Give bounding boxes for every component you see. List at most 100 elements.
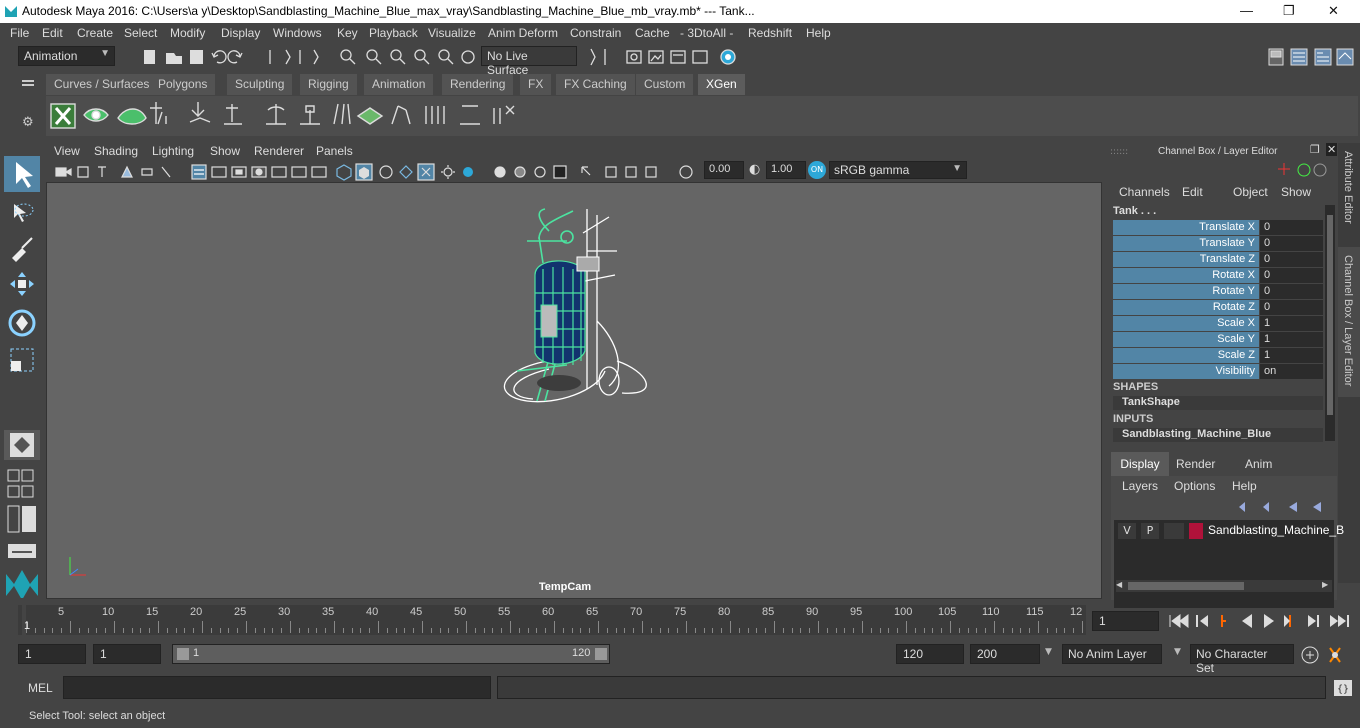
channel-row[interactable]: Translate X0 bbox=[1113, 220, 1323, 235]
tab-anim[interactable]: Anim bbox=[1245, 457, 1272, 471]
cb-manip-icons[interactable] bbox=[1276, 161, 1328, 179]
panel-menu-lighting[interactable]: Lighting bbox=[152, 144, 194, 158]
gamma-icon[interactable]: ◐ bbox=[749, 162, 760, 177]
layer-menu-layers[interactable]: Layers bbox=[1122, 479, 1158, 493]
mel-input[interactable] bbox=[63, 676, 491, 699]
colorspace-dropdown[interactable]: sRGB gamma ▼ bbox=[829, 161, 967, 179]
minimize-icon[interactable]: — bbox=[1240, 3, 1253, 18]
tank-model[interactable] bbox=[487, 201, 687, 426]
layer-menu-help[interactable]: Help bbox=[1232, 479, 1257, 493]
panel-toolbar-icons[interactable] bbox=[54, 163, 704, 181]
layer-name[interactable]: Sandblasting_Machine_B bbox=[1208, 523, 1344, 537]
close-icon[interactable]: ✕ bbox=[1326, 143, 1338, 156]
tab-fx[interactable]: FX bbox=[520, 74, 552, 95]
layer-row[interactable]: V P Sandblasting_Machine_B bbox=[1114, 520, 1344, 542]
channel-value[interactable]: on bbox=[1260, 364, 1323, 379]
cb-scrollbar[interactable] bbox=[1325, 205, 1335, 441]
tab-channel-box-active[interactable]: Channel Box / Layer Editor bbox=[1338, 247, 1360, 397]
tab-fx-caching[interactable]: FX Caching bbox=[556, 74, 635, 95]
anim-pref-icons[interactable] bbox=[1300, 644, 1356, 666]
maximize-icon[interactable]: ❐ bbox=[1283, 3, 1295, 19]
shelf-menu-icon[interactable] bbox=[22, 80, 34, 82]
live-surface-field[interactable]: No Live Surface bbox=[481, 46, 577, 77]
menu-modify[interactable]: Modify bbox=[170, 26, 205, 40]
channel-value[interactable]: 1 bbox=[1260, 332, 1323, 347]
menu-anim-deform[interactable]: Anim Deform bbox=[488, 26, 558, 40]
chevron-down-icon[interactable]: ▼ bbox=[1174, 647, 1181, 657]
channel-value[interactable]: 0 bbox=[1260, 300, 1323, 315]
cb-menu-show[interactable]: Show bbox=[1281, 185, 1311, 199]
playback-end-field[interactable]: 120 bbox=[896, 644, 964, 664]
four-pane-layout-icon[interactable] bbox=[6, 468, 38, 500]
menu-3dtoall[interactable]: - 3DtoAll - bbox=[680, 26, 733, 40]
lasso-tool-icon[interactable] bbox=[8, 200, 36, 228]
character-set-dropdown[interactable]: No Character Set bbox=[1190, 644, 1294, 675]
channel-row[interactable]: Rotate Z0 bbox=[1113, 300, 1323, 315]
tab-attribute-editor[interactable]: Attribute Editor bbox=[1342, 151, 1354, 224]
time-slider[interactable]: 5 10 15 20 25 30 35 40 45 50 55 60 65 70 75 80 85 90 95 100… bbox=[18, 605, 1086, 635]
layer-hscrollbar[interactable]: ◀ ▶ bbox=[1116, 580, 1332, 592]
move-tool-icon[interactable] bbox=[8, 270, 36, 298]
channel-row[interactable]: Visibility on bbox=[1113, 364, 1323, 379]
channel-value[interactable]: 0 bbox=[1260, 236, 1323, 251]
panel-menu-view[interactable]: View bbox=[54, 144, 80, 158]
tab-xgen[interactable]: XGen bbox=[698, 74, 745, 95]
range-handle-right[interactable] bbox=[595, 648, 607, 660]
menu-cache[interactable]: Cache bbox=[635, 26, 670, 40]
menu-select[interactable]: Select bbox=[124, 26, 157, 40]
input-row[interactable]: Sandblasting_Machine_Blue bbox=[1113, 428, 1323, 442]
close-icon[interactable]: ✕ bbox=[1328, 3, 1339, 19]
menu-constrain[interactable]: Constrain bbox=[570, 26, 621, 40]
channel-row[interactable]: Translate Z0 bbox=[1113, 252, 1323, 267]
menu-redshift[interactable]: Redshift bbox=[748, 26, 792, 40]
menu-key[interactable]: Key bbox=[337, 26, 358, 40]
layer-color-swatch[interactable] bbox=[1189, 523, 1203, 539]
tab-curves-surfaces[interactable]: Curves / Surfaces bbox=[46, 74, 158, 95]
playback-controls[interactable] bbox=[1166, 610, 1352, 632]
playback-start-field[interactable]: 1 bbox=[93, 644, 161, 664]
xgen-shelf-icons[interactable] bbox=[46, 96, 536, 136]
panel-menu-renderer[interactable]: Renderer bbox=[254, 144, 304, 158]
channel-value[interactable]: 1 bbox=[1260, 316, 1323, 331]
arrow-right-icon[interactable]: ▶ bbox=[1322, 580, 1328, 589]
chevron-down-icon[interactable]: ▼ bbox=[1045, 647, 1052, 657]
workspace-icons[interactable] bbox=[1265, 45, 1357, 69]
tab-animation[interactable]: Animation bbox=[364, 74, 434, 95]
cb-menu-edit[interactable]: Edit bbox=[1182, 185, 1203, 199]
tab-render[interactable]: Render bbox=[1176, 457, 1215, 471]
menu-visualize[interactable]: Visualize bbox=[428, 26, 476, 40]
channel-value[interactable]: 0 bbox=[1260, 268, 1323, 283]
graph-layout-icon[interactable] bbox=[6, 542, 38, 560]
menu-help[interactable]: Help bbox=[806, 26, 831, 40]
rotate-tool-icon[interactable] bbox=[6, 307, 38, 339]
mel-label[interactable]: MEL bbox=[28, 681, 53, 695]
menu-windows[interactable]: Windows bbox=[273, 26, 322, 40]
script-editor-icon[interactable]: {} bbox=[1332, 678, 1354, 698]
panel-menu-shading[interactable]: Shading bbox=[94, 144, 138, 158]
channel-row[interactable]: Rotate Y0 bbox=[1113, 284, 1323, 299]
tab-polygons[interactable]: Polygons bbox=[150, 74, 216, 95]
layer-action-icons[interactable] bbox=[1235, 500, 1335, 514]
channel-row[interactable]: Scale Y1 bbox=[1113, 332, 1323, 347]
tab-display[interactable]: Display bbox=[1111, 452, 1169, 476]
panel-grip[interactable]: :::::: bbox=[1110, 147, 1128, 157]
exposure-field[interactable]: 0.00 bbox=[704, 161, 744, 179]
scale-tool-icon[interactable] bbox=[8, 346, 36, 374]
panel-menu-show[interactable]: Show bbox=[210, 144, 240, 158]
single-pane-layout-button[interactable] bbox=[4, 430, 40, 460]
menu-display[interactable]: Display bbox=[221, 26, 260, 40]
anim-layer-dropdown[interactable]: No Anim Layer bbox=[1062, 644, 1162, 664]
anim-start-field[interactable]: 1 bbox=[18, 644, 86, 664]
render-icons[interactable] bbox=[585, 47, 745, 67]
menu-edit[interactable]: Edit bbox=[42, 26, 63, 40]
select-tool-button[interactable] bbox=[4, 156, 40, 192]
channel-value[interactable]: 1 bbox=[1260, 348, 1323, 363]
shelf-settings-icon[interactable]: ⚙ bbox=[22, 115, 34, 130]
tab-rigging[interactable]: Rigging bbox=[300, 74, 357, 95]
statusline-icons[interactable] bbox=[128, 47, 478, 67]
tab-sculpting[interactable]: Sculpting bbox=[227, 74, 293, 95]
cb-menu-object[interactable]: Object bbox=[1233, 185, 1268, 199]
current-frame-field[interactable]: 1 bbox=[1092, 611, 1159, 631]
color-management-icon[interactable]: ON bbox=[808, 161, 826, 179]
layer-visibility-toggle[interactable]: V bbox=[1118, 523, 1136, 539]
